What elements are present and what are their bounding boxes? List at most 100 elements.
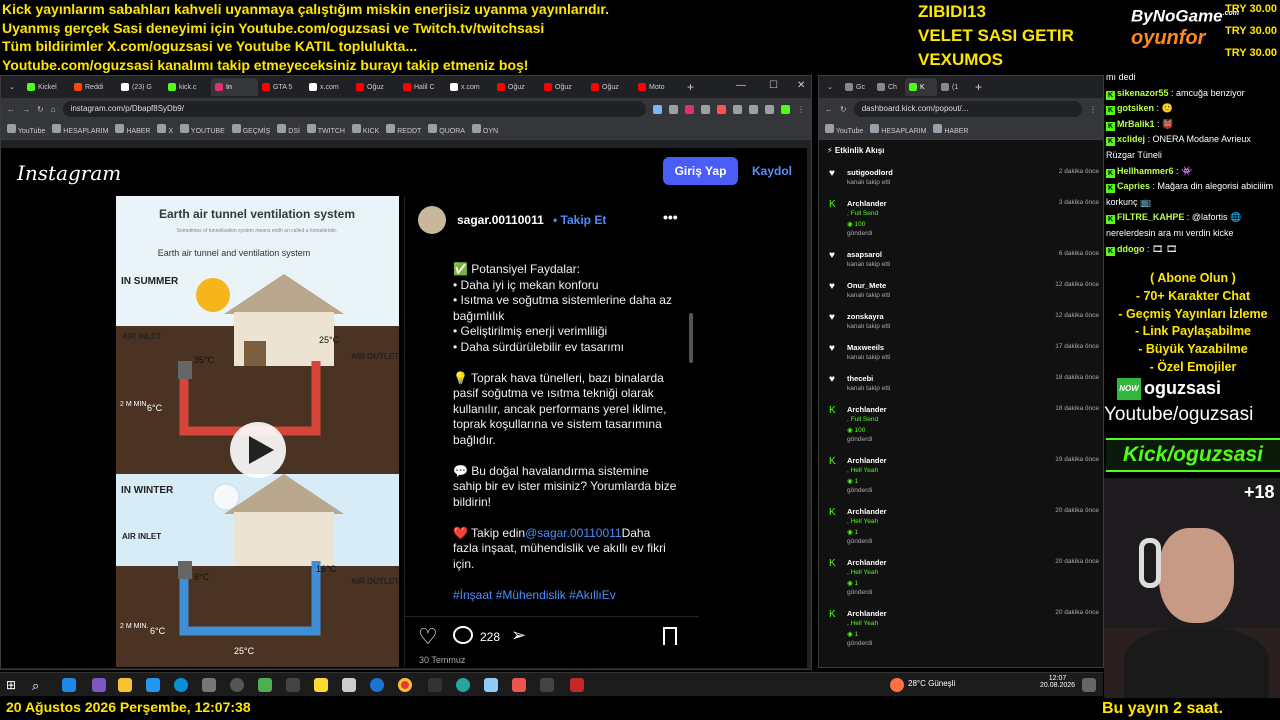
extension-icon[interactable]: [733, 104, 742, 114]
browser-tab[interactable]: kick.c: [164, 78, 211, 96]
extension-icon[interactable]: [669, 104, 678, 114]
extension-icon[interactable]: [653, 104, 662, 114]
browser-tab[interactable]: x.com: [446, 78, 493, 96]
chat-username[interactable]: FILTRE_KAHPE: [1117, 212, 1184, 222]
tab-search-icon[interactable]: ⌄: [1, 83, 23, 91]
close-icon[interactable]: ✕: [797, 80, 805, 91]
login-button[interactable]: Giriş Yap: [663, 157, 738, 185]
chat-username[interactable]: ddogo: [1117, 244, 1145, 254]
chat-username[interactable]: Capries: [1117, 181, 1150, 191]
bookmark[interactable]: YouTube: [7, 124, 45, 135]
back-icon[interactable]: ←: [7, 105, 15, 114]
new-tab-button[interactable]: +: [975, 80, 982, 94]
browser-tab[interactable]: K: [905, 78, 937, 96]
browser-tab[interactable]: x.com: [305, 78, 352, 96]
browser-tab[interactable]: Ch: [873, 78, 905, 96]
chat-username[interactable]: xclidej: [1117, 134, 1145, 144]
forward-icon[interactable]: →: [22, 105, 30, 114]
app-icon[interactable]: [540, 678, 554, 692]
search-icon[interactable]: ⌕: [32, 678, 46, 693]
browser-tab[interactable]: Oğuz: [352, 78, 399, 96]
bookmark[interactable]: HESAPLARIM: [870, 124, 926, 135]
like-icon[interactable]: ♡: [418, 624, 438, 650]
bookmark[interactable]: KICK: [351, 124, 379, 135]
reload-icon[interactable]: ↻: [840, 105, 847, 114]
feed-username[interactable]: Archlander: [847, 609, 887, 618]
notification-icon[interactable]: [1082, 678, 1096, 692]
bookmark[interactable]: DSİ: [277, 124, 300, 135]
instagram-logo[interactable]: Instagram: [17, 161, 121, 185]
feed-username[interactable]: Archlander: [847, 405, 887, 414]
follow-button[interactable]: • Takip Et: [553, 213, 606, 227]
app-icon[interactable]: [230, 678, 244, 692]
chat-username[interactable]: Hellhammer6: [1117, 166, 1174, 176]
bookmark-icon[interactable]: [663, 627, 677, 645]
reload-icon[interactable]: ↻: [37, 105, 44, 114]
bookmark[interactable]: HESAPLARIM: [52, 124, 108, 135]
app-icon[interactable]: [62, 678, 76, 692]
back-icon[interactable]: ←: [825, 105, 833, 114]
extension-icon[interactable]: [781, 104, 790, 114]
browser-tab[interactable]: Kickel: [23, 78, 70, 96]
browser-tab[interactable]: Oğuz: [587, 78, 634, 96]
feed-username[interactable]: Onur_Mete: [847, 281, 886, 290]
minimize-icon[interactable]: —: [736, 80, 746, 91]
app-icon[interactable]: [342, 678, 356, 692]
extension-icon[interactable]: [765, 104, 774, 114]
edge-icon[interactable]: [174, 678, 188, 692]
bookmark[interactable]: REDDT: [386, 124, 421, 135]
feed-username[interactable]: Archlander: [847, 507, 887, 516]
browser-tab[interactable]: (23) G: [117, 78, 164, 96]
bookmark[interactable]: HABER: [933, 124, 968, 135]
app-icon[interactable]: [258, 678, 272, 692]
feed-username[interactable]: thecebi: [847, 374, 873, 383]
feed-username[interactable]: Archlander: [847, 558, 887, 567]
app-icon[interactable]: [484, 678, 498, 692]
feed-username[interactable]: sutigoodlord: [847, 168, 893, 177]
more-options-icon[interactable]: •••: [663, 209, 678, 225]
new-tab-button[interactable]: +: [687, 80, 694, 94]
bookmark[interactable]: HABER: [115, 124, 150, 135]
app-icon[interactable]: [512, 678, 526, 692]
feed-username[interactable]: Archlander: [847, 199, 887, 208]
browser-tab[interactable]: In: [211, 78, 258, 96]
browser-tab[interactable]: Oğuz: [540, 78, 587, 96]
caption-scrollbar[interactable]: [689, 313, 693, 363]
feed-username[interactable]: asapsarol: [847, 250, 882, 259]
feed-username[interactable]: Archlander: [847, 456, 887, 465]
mention-link[interactable]: @sagar.00110011: [525, 526, 621, 540]
app-icon[interactable]: [314, 678, 328, 692]
extension-icon[interactable]: [701, 104, 710, 114]
bookmark[interactable]: YouTube: [825, 124, 863, 135]
weather-icon[interactable]: [890, 678, 904, 692]
share-icon[interactable]: ➢: [511, 625, 526, 646]
clock[interactable]: 12:07 20.08.2026: [1040, 675, 1075, 689]
address-bar[interactable]: dashboard.kick.com/popout/...: [853, 101, 1082, 117]
extension-icon[interactable]: [749, 104, 758, 114]
app-icon[interactable]: [286, 678, 300, 692]
home-icon[interactable]: ⌂: [51, 105, 56, 114]
chat-username[interactable]: sikenazor55: [1117, 88, 1169, 98]
browser-tab[interactable]: Moto: [634, 78, 681, 96]
chat-username[interactable]: MrBalik1: [1117, 119, 1155, 129]
menu-icon[interactable]: ⋮: [1089, 105, 1097, 114]
app-icon[interactable]: [92, 678, 106, 692]
menu-icon[interactable]: ⋮: [797, 105, 805, 114]
bookmark[interactable]: TWITCH: [306, 124, 345, 135]
extension-icon[interactable]: [717, 104, 726, 114]
app-icon[interactable]: [456, 678, 470, 692]
camera-icon[interactable]: [202, 678, 216, 692]
app-icon[interactable]: [428, 678, 442, 692]
browser-tab[interactable]: (1: [937, 78, 969, 96]
weather-text[interactable]: 28°C Güneşli: [908, 679, 955, 688]
bookmark[interactable]: X: [157, 124, 173, 135]
tab-search-icon[interactable]: ⌄: [819, 83, 841, 91]
app-icon[interactable]: [146, 678, 160, 692]
signup-link[interactable]: Kaydol: [752, 164, 792, 178]
bookmark[interactable]: OYN: [471, 124, 498, 135]
start-icon[interactable]: ⊞: [6, 678, 20, 692]
bookmark[interactable]: QUORA: [428, 124, 465, 135]
post-media[interactable]: Earth air tunnel ventilation system Some…: [116, 196, 399, 667]
post-username[interactable]: sagar.00110011: [457, 213, 544, 227]
comment-icon[interactable]: [453, 626, 473, 644]
